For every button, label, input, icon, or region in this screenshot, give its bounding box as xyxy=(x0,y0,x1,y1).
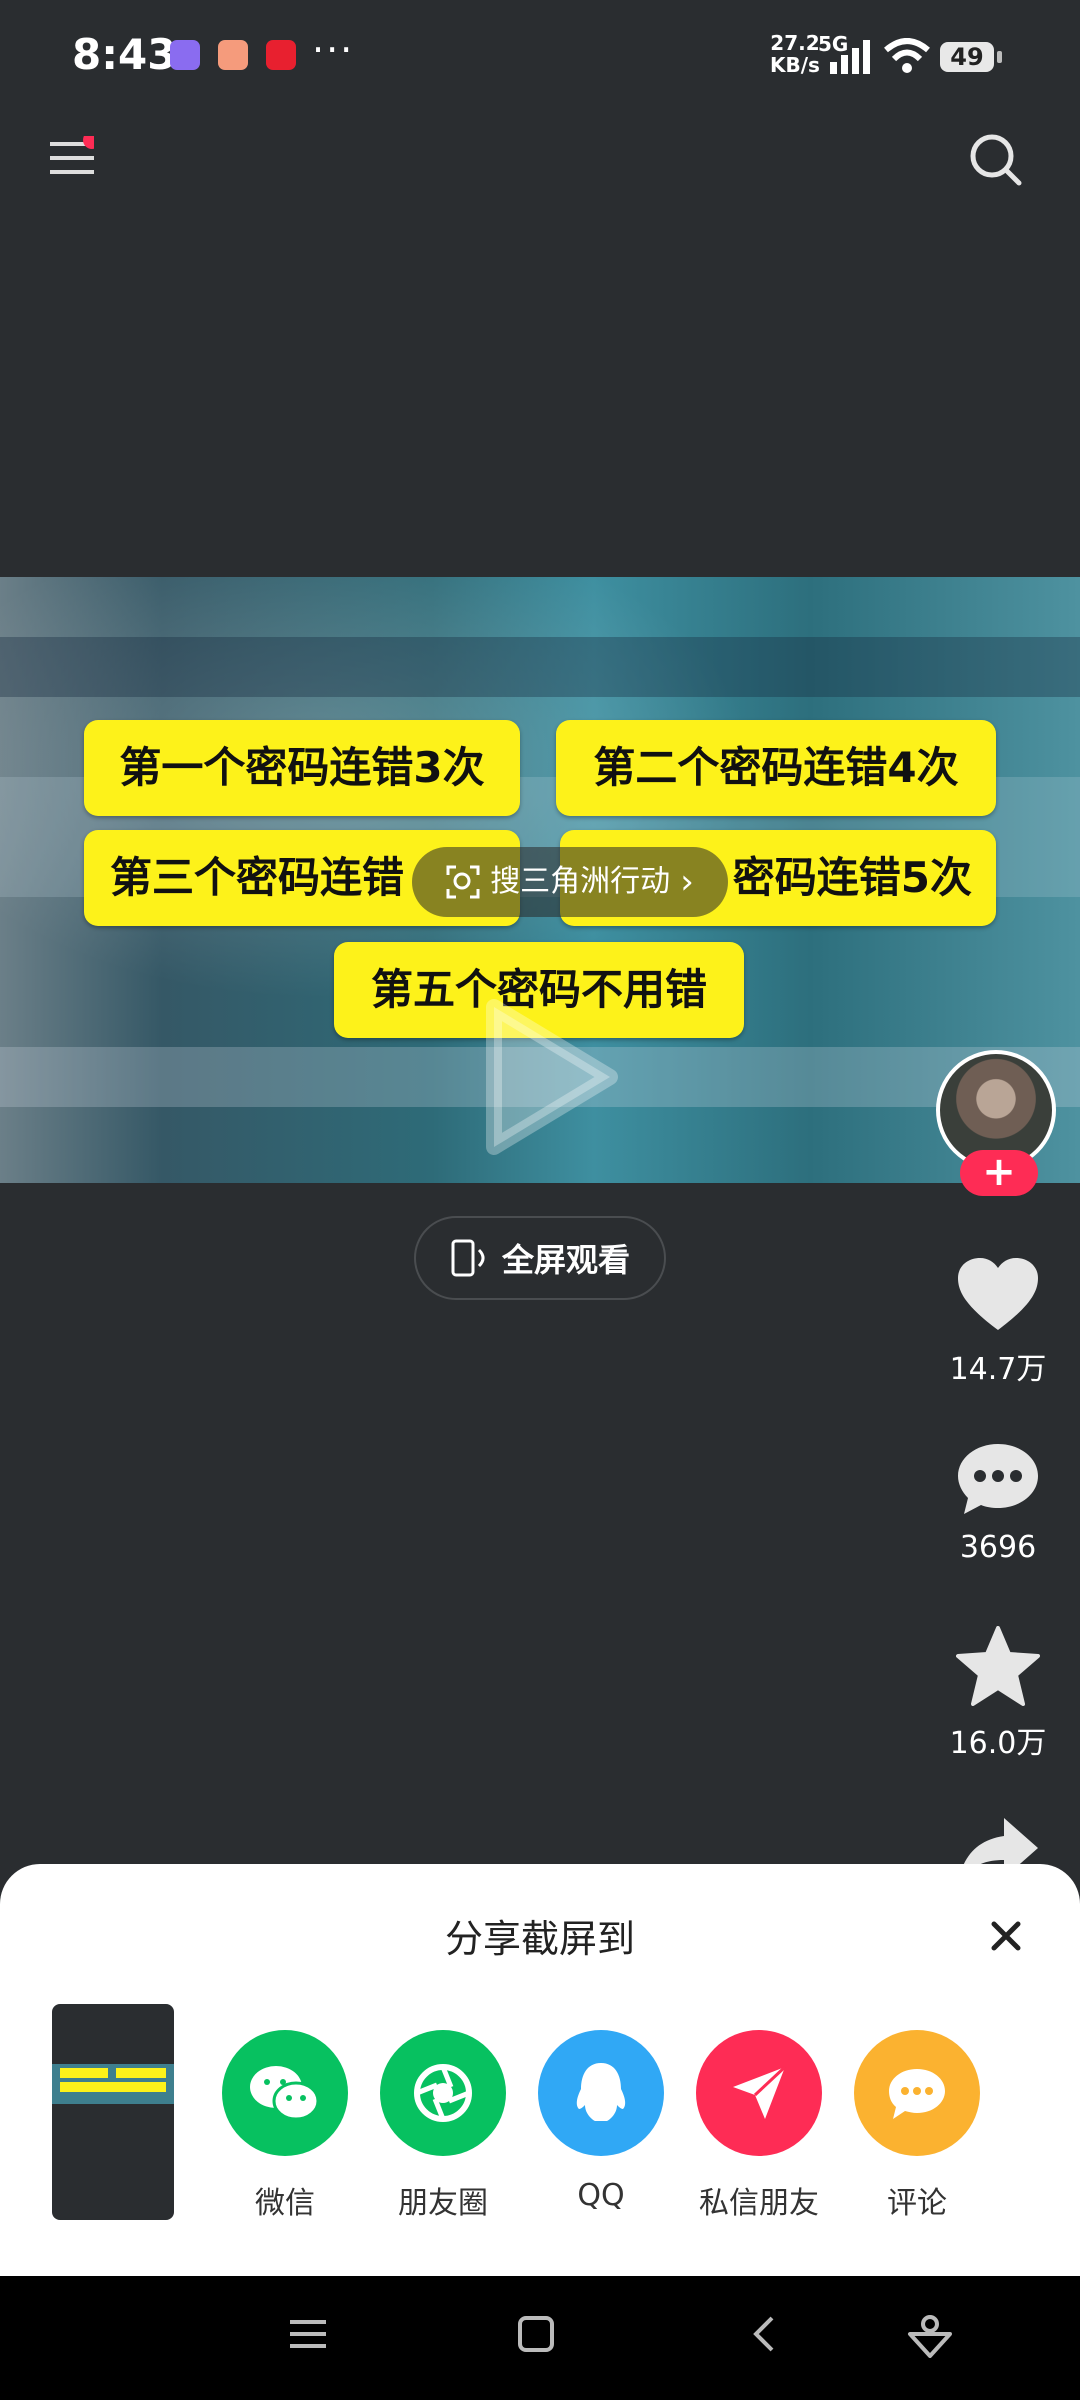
share-target-label: QQ xyxy=(577,2178,625,2213)
like-count: 14.7万 xyxy=(949,1352,1047,1387)
favorite-count: 16.0万 xyxy=(949,1726,1047,1761)
fullscreen-label: 全屏观看 xyxy=(501,1241,630,1279)
system-navigation-bar xyxy=(0,2276,1080,2400)
app-notification-icon xyxy=(170,40,200,70)
like-button[interactable]: 14.7万 xyxy=(936,1256,1060,1388)
share-target-qq[interactable]: QQ xyxy=(536,2030,666,2213)
share-screenshot-sheet: 分享截屏到 微信 朋友圈 QQ 私信朋友 评论 xyxy=(0,1864,1080,2276)
hamburger-icon xyxy=(50,131,101,174)
share-target-wechat[interactable]: 微信 xyxy=(220,2030,350,2222)
share-target-label: 私信朋友 xyxy=(699,2186,819,2221)
heart-icon xyxy=(958,1258,1038,1330)
comment-count: 3696 xyxy=(959,1530,1037,1565)
network-speed: 27.2 KB/s xyxy=(770,31,820,77)
comment-bubble-icon xyxy=(958,1444,1038,1514)
share-target-label: 评论 xyxy=(887,2186,947,2221)
menu-button[interactable] xyxy=(50,131,101,180)
thumbnail-caption-block xyxy=(60,2082,166,2092)
wechat-icon xyxy=(222,2030,348,2156)
favorite-button[interactable]: 16.0万 xyxy=(936,1626,1060,1762)
search-button[interactable] xyxy=(966,130,1026,190)
search-icon xyxy=(970,134,1022,186)
fullscreen-button[interactable]: 全屏观看 xyxy=(414,1216,666,1300)
signal-icon xyxy=(830,40,870,74)
shop-notification-icon xyxy=(218,40,248,70)
star-icon xyxy=(956,1626,1040,1706)
chevron-right-icon: › xyxy=(680,862,694,902)
news-notification-icon xyxy=(266,40,296,70)
clock: 8:43 xyxy=(72,30,177,79)
thumbnail-caption-block xyxy=(116,2068,166,2078)
send-icon xyxy=(696,2030,822,2156)
scan-search-icon xyxy=(446,865,480,899)
search-suggestion-label: 搜三角洲行动 xyxy=(490,864,671,899)
qq-icon xyxy=(538,2030,664,2156)
share-target-label: 朋友圈 xyxy=(398,2186,488,2221)
share-target-moments[interactable]: 朋友圈 xyxy=(378,2030,508,2222)
comment-icon xyxy=(854,2030,980,2156)
home-icon[interactable] xyxy=(516,2314,556,2354)
comment-button[interactable]: 3696 xyxy=(936,1442,1060,1565)
wifi-icon xyxy=(884,38,930,73)
share-arrow-icon xyxy=(964,1818,1038,1864)
close-icon xyxy=(991,1921,1021,1951)
battery-indicator: 49 xyxy=(940,42,1002,72)
close-button[interactable] xyxy=(986,1916,1026,1956)
thumbnail-caption-block xyxy=(60,2068,108,2078)
follow-button[interactable]: + xyxy=(960,1150,1038,1196)
share-target-direct-message[interactable]: 私信朋友 xyxy=(694,2030,824,2222)
share-target-comment[interactable]: 评论 xyxy=(852,2030,982,2222)
assistant-icon[interactable] xyxy=(906,2314,954,2358)
screenshot-thumbnail[interactable] xyxy=(52,2004,174,2220)
back-icon[interactable] xyxy=(744,2314,784,2354)
more-notifications-icon: ··· xyxy=(312,28,355,72)
moments-icon xyxy=(380,2030,506,2156)
share-target-label: 微信 xyxy=(255,2186,315,2221)
play-icon[interactable] xyxy=(480,997,620,1157)
video-player[interactable]: 第一个密码连错3次 第二个密码连错4次 第三个密码连错 密码连错5次 第五个密码… xyxy=(0,577,1080,1183)
caption-pill-2: 第二个密码连错4次 xyxy=(556,720,996,816)
share-button[interactable] xyxy=(936,1814,1060,1864)
rotate-phone-icon xyxy=(451,1239,485,1277)
status-bar: 8:43 ··· 27.2 KB/s 5G 49 xyxy=(0,0,1080,112)
sheet-title: 分享截屏到 xyxy=(444,1917,635,1961)
search-suggestion-chip[interactable]: 搜三角洲行动 › xyxy=(412,847,728,917)
recent-apps-icon[interactable] xyxy=(288,2314,328,2354)
caption-pill-1: 第一个密码连错3次 xyxy=(84,720,520,816)
